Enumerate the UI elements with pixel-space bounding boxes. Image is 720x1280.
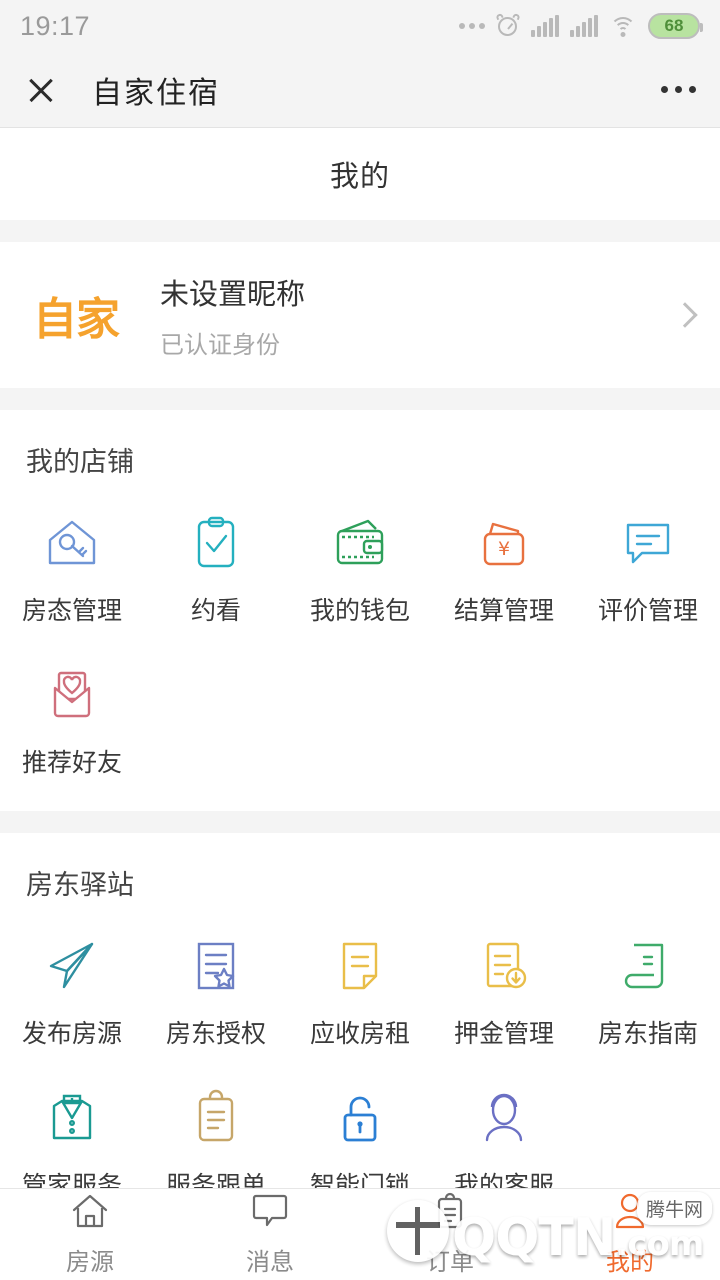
bottom-tab-bar: 房源 消息 订单 我的 <box>0 1188 720 1280</box>
divider-band-3 <box>0 811 720 833</box>
paper-plane-icon <box>40 934 104 998</box>
battery-icon: 68 <box>648 13 703 39</box>
grid-label: 房东指南 <box>597 1020 698 1048</box>
document-lines-icon <box>328 934 392 998</box>
money-bag-yuan-icon: ¥ <box>472 511 536 575</box>
avatar: 自家 <box>33 294 120 345</box>
status-time: 19:17 <box>20 10 91 41</box>
grid-item-yuekan[interactable]: 约看 <box>144 489 288 641</box>
grid-label: 评价管理 <box>597 597 698 625</box>
grid-item-yajinguanli[interactable]: 押金管理 <box>432 912 576 1064</box>
section-landlord-station: 房东驿站 发布房源 房东授权 应收房租 押金管理 房东指南 管家服务 服务跟单 … <box>0 833 720 1188</box>
clipboard-order-icon <box>184 1086 248 1150</box>
document-star-icon <box>184 934 248 998</box>
house-key-icon <box>40 511 104 575</box>
butler-suit-icon <box>40 1086 104 1150</box>
more-options-icon[interactable] <box>661 86 696 93</box>
grid-label: 管家服务 <box>21 1172 122 1188</box>
mine-title: 我的 <box>329 161 390 193</box>
tab-label: 我的 <box>606 1249 654 1276</box>
svg-text:¥: ¥ <box>498 538 510 560</box>
tab-dingdan[interactable]: 订单 <box>360 1189 540 1280</box>
signal-bars-icon-2 <box>570 15 598 37</box>
divider-band-2 <box>0 388 720 410</box>
smart-lock-icon <box>328 1086 392 1150</box>
grid-item-jiesuanguanli[interactable]: ¥ 结算管理 <box>432 489 576 641</box>
document-deposit-icon <box>472 934 536 998</box>
section-title-my-shop: 我的店铺 <box>26 447 134 477</box>
status-bar: 19:17 68 <box>0 0 720 52</box>
grid-label: 房态管理 <box>21 597 122 625</box>
chevron-right-icon <box>672 302 698 328</box>
headset-person-icon <box>472 1086 536 1150</box>
grid-label: 智能门锁 <box>309 1172 410 1188</box>
grid-label: 房东授权 <box>165 1020 266 1048</box>
divider-band <box>0 220 720 242</box>
wifi-icon <box>609 15 637 37</box>
section-title-landlord: 房东驿站 <box>26 870 134 900</box>
grid-my-shop: 房态管理 约看 我的钱包 ¥ 结算管理 评价管理 推荐好友 <box>0 489 720 793</box>
profile-card[interactable]: 自家 未设置昵称 已认证身份 <box>0 242 720 388</box>
guide-book-icon <box>616 934 680 998</box>
tab-label: 房源 <box>66 1249 114 1276</box>
grid-item-fabufangyuan[interactable]: 发布房源 <box>0 912 144 1064</box>
page-title: 自家住宿 <box>92 76 220 110</box>
grid-label: 结算管理 <box>453 597 554 625</box>
home-icon <box>70 1192 110 1235</box>
comment-lines-icon <box>616 511 680 575</box>
message-icon <box>250 1192 290 1235</box>
clipboard-check-icon <box>184 511 248 575</box>
grid-label: 应收房租 <box>309 1020 410 1048</box>
tab-fangyuan[interactable]: 房源 <box>0 1189 180 1280</box>
order-clipboard-icon <box>430 1192 470 1235</box>
close-icon[interactable] <box>24 73 58 107</box>
dots-icon <box>459 23 485 29</box>
tab-wode[interactable]: 我的 <box>540 1189 720 1280</box>
grid-item-fangdongzhinan[interactable]: 房东指南 <box>576 912 720 1064</box>
grid-item-pingjiaguanli[interactable]: 评价管理 <box>576 489 720 641</box>
app-root: 19:17 68 自家住宿 我的 自家 未设置昵称 已认证身份 我的店铺 房态管… <box>0 0 720 1280</box>
grid-label: 押金管理 <box>453 1020 554 1048</box>
signal-bars-icon <box>531 15 559 37</box>
grid-landlord: 发布房源 房东授权 应收房租 押金管理 房东指南 管家服务 服务跟单 智能门锁 … <box>0 912 720 1188</box>
section-header-mine: 我的 <box>0 128 720 220</box>
grid-item-fangdongshouquan[interactable]: 房东授权 <box>144 912 288 1064</box>
profile-name: 未设置昵称 <box>160 278 306 311</box>
grid-item-wodekefu[interactable]: 我的客服 <box>432 1064 576 1188</box>
tab-label: 消息 <box>246 1249 294 1276</box>
grid-label: 发布房源 <box>21 1020 122 1048</box>
tab-xiaoxi[interactable]: 消息 <box>180 1189 360 1280</box>
grid-label: 我的钱包 <box>309 597 410 625</box>
grid-label: 服务跟单 <box>165 1172 266 1188</box>
grid-item-guanjiafuwu[interactable]: 管家服务 <box>0 1064 144 1188</box>
grid-label: 约看 <box>190 597 241 625</box>
grid-item-wodeqianbao[interactable]: 我的钱包 <box>288 489 432 641</box>
grid-item-fangtaiguanli[interactable]: 房态管理 <box>0 489 144 641</box>
grid-item-zhinengmensuo[interactable]: 智能门锁 <box>288 1064 432 1188</box>
grid-label: 我的客服 <box>453 1172 554 1188</box>
profile-text: 未设置昵称 已认证身份 <box>160 271 305 360</box>
grid-item-yingshoufangzu[interactable]: 应收房租 <box>288 912 432 1064</box>
profile-person-icon <box>610 1192 650 1235</box>
alarm-clock-icon <box>495 12 521 38</box>
grid-item-fuwugendan[interactable]: 服务跟单 <box>144 1064 288 1188</box>
content-scroll[interactable]: 我的 自家 未设置昵称 已认证身份 我的店铺 房态管理 约看 我的钱包 ¥ 结算… <box>0 128 720 1188</box>
grid-label: 推荐好友 <box>21 749 122 777</box>
profile-subtitle: 已认证身份 <box>160 331 280 359</box>
battery-level: 68 <box>664 16 684 35</box>
wallet-icon <box>328 511 392 575</box>
tab-label: 订单 <box>426 1249 474 1276</box>
title-bar: 自家住宿 <box>0 52 720 128</box>
section-my-shop: 我的店铺 房态管理 约看 我的钱包 ¥ 结算管理 评价管理 推荐好友 <box>0 410 720 811</box>
status-icons: 68 <box>459 12 703 39</box>
grid-item-tuijianhaoyou[interactable]: 推荐好友 <box>0 641 144 793</box>
envelope-heart-icon <box>40 663 104 727</box>
